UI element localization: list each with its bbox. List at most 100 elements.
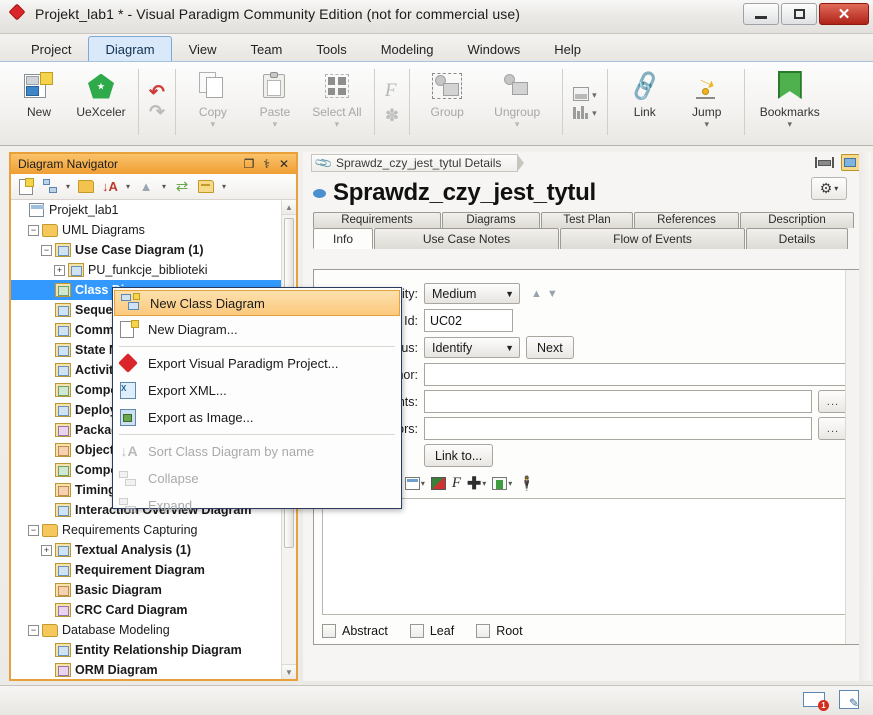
menu-tab-modeling[interactable]: Modeling [364, 36, 451, 61]
context-menu-item-export-visual-paradigm-project[interactable]: Export Visual Paradigm Project... [113, 350, 401, 377]
tab-info[interactable]: Info [313, 228, 373, 249]
chevron-down-icon[interactable]: ▾ [273, 120, 278, 129]
tab-details[interactable]: Details [746, 228, 848, 249]
expand-toggle-icon[interactable]: + [54, 264, 65, 276]
open-folder-button[interactable] [75, 177, 97, 197]
envelope-icon[interactable]: 1 [803, 692, 829, 711]
tree-item-requirements-capturing[interactable]: − Requirements Capturing [11, 520, 296, 540]
chevron-down-icon[interactable]: ▾ [787, 120, 792, 129]
ribbon-bookmarks-button[interactable]: Bookmarks ▾ [751, 65, 829, 141]
ribbon-ungroup-button[interactable]: Ungroup ▾ [478, 65, 556, 141]
chevron-down-icon[interactable]: ▾ [421, 479, 425, 488]
align-button[interactable]: ▾ [573, 105, 597, 119]
note-edit-icon[interactable] [839, 690, 859, 710]
menu-tab-windows[interactable]: Windows [450, 36, 537, 61]
open-diagram-icon[interactable] [841, 154, 861, 171]
context-menu-item-new-diagram[interactable]: New Diagram... [113, 316, 401, 343]
tab-diagrams[interactable]: Diagrams [442, 212, 540, 228]
highlight-button[interactable]: F [450, 475, 463, 491]
menu-tab-help[interactable]: Help [537, 36, 598, 61]
context-menu-item-export-as-image[interactable]: Export as Image... [113, 404, 401, 431]
details-vertical-scrollbar[interactable] [845, 270, 859, 644]
tree-item-requirement-diagram[interactable]: Requirement Diagram [11, 560, 296, 580]
tab-references[interactable]: References [634, 212, 739, 228]
minimize-button[interactable] [743, 3, 779, 25]
redo-button[interactable]: ↷ [149, 103, 165, 122]
tab-test-plan[interactable]: Test Plan [541, 212, 633, 228]
chevron-down-icon[interactable]: ▾ [335, 120, 340, 129]
brush-button[interactable]: ✽ [385, 106, 399, 126]
actors-input[interactable] [424, 417, 812, 440]
id-input[interactable]: UC02 [424, 309, 513, 332]
insert-table-button[interactable]: ▾ [403, 476, 427, 490]
checkbox-leaf[interactable]: Leaf [409, 624, 454, 638]
menu-tab-team[interactable]: Team [234, 36, 300, 61]
tree-item-uml-diagrams[interactable]: − UML Diagrams [11, 220, 296, 240]
expand-toggle-icon[interactable]: + [41, 544, 52, 556]
spinner-up-icon[interactable]: ▲ [531, 288, 542, 299]
context-menu-item-new-class-diagram[interactable]: New Class Diagram [114, 290, 400, 316]
link-to-button[interactable]: Link to... [424, 444, 494, 467]
fit-view-icon[interactable] [815, 155, 834, 170]
tab-requirements[interactable]: Requirements [313, 212, 441, 228]
pin-panel-icon[interactable]: ⚕ [263, 158, 270, 170]
collapse-toggle-icon[interactable]: − [28, 224, 39, 236]
chevron-down-icon[interactable]: ▾ [508, 479, 512, 488]
menu-tab-diagram[interactable]: Diagram [88, 36, 172, 61]
checkbox-root[interactable]: Root [476, 624, 523, 638]
ribbon-select-all-button[interactable]: Select All ▾ [306, 65, 368, 141]
checkbox-box[interactable] [409, 624, 424, 638]
menu-tab-view[interactable]: View [172, 36, 234, 61]
tab-description[interactable]: Description [740, 212, 854, 228]
window-vertical-scrollbar[interactable] [859, 152, 871, 681]
collapse-toggle-icon[interactable]: − [28, 524, 39, 536]
color-palette-button[interactable] [429, 476, 448, 490]
restore-panel-icon[interactable]: ❐ [244, 158, 255, 170]
requirements-input[interactable] [424, 390, 812, 413]
undo-button[interactable]: ↶ [149, 83, 165, 102]
spinner-down-icon[interactable]: ▼ [547, 288, 558, 299]
tree-item-crc-card-diagram[interactable]: CRC Card Diagram [11, 600, 296, 620]
tab-use-case-notes[interactable]: Use Case Notes [374, 228, 559, 249]
chevron-down-icon[interactable]: ▾ [515, 120, 520, 129]
ribbon-paste-button[interactable]: Paste ▾ [244, 65, 306, 141]
insert-plus-button[interactable]: ✚ ▾ [465, 475, 488, 492]
insert-document-button[interactable]: ▾ [490, 476, 514, 490]
chevron-down-icon[interactable]: ▾ [704, 120, 709, 129]
ribbon-jump-button[interactable]: ➝ Jump ▾ [676, 65, 738, 141]
chevron-down-icon[interactable]: ▾ [219, 182, 229, 191]
tab-flow-of-events[interactable]: Flow of Events [560, 228, 745, 249]
sort-az-button[interactable]: ↓A [99, 177, 121, 197]
new-diagram-tree-button[interactable] [39, 177, 61, 197]
chevron-down-icon[interactable]: ▾ [211, 120, 216, 129]
move-up-button[interactable]: ▲ [135, 177, 157, 197]
tree-item-projekt-lab1[interactable]: Projekt_lab1 [11, 200, 296, 220]
tree-item-use-case-diagram-1[interactable]: − Use Case Diagram (1) [11, 240, 296, 260]
chevron-down-icon[interactable]: ▾ [592, 90, 597, 99]
maximize-button[interactable] [781, 3, 817, 25]
element-options-button[interactable]: ⚙ ▾ [811, 177, 847, 200]
tree-item-pu-funkcje-biblioteki[interactable]: + PU_funkcje_biblioteki [11, 260, 296, 280]
collapse-toggle-icon[interactable]: − [28, 624, 39, 636]
ribbon-copy-button[interactable]: Copy ▾ [182, 65, 244, 141]
chevron-down-icon[interactable]: ▾ [159, 182, 169, 191]
complexity-select[interactable]: Medium ▼ [424, 283, 520, 304]
breadcrumb[interactable]: 📎 Sprawdz_czy_jest_tytul Details [311, 153, 525, 173]
requirements-browse-button[interactable]: ... [818, 390, 848, 413]
checkbox-abstract[interactable]: Abstract [322, 624, 388, 638]
folder-view-button[interactable] [195, 177, 217, 197]
author-input[interactable] [424, 363, 848, 386]
layout-button[interactable]: ▾ [573, 87, 597, 101]
ribbon-uexceler-button[interactable]: ★ UeXceler [70, 65, 132, 141]
close-panel-icon[interactable]: ✕ [279, 158, 289, 170]
checkbox-box[interactable] [322, 624, 336, 638]
close-button[interactable]: ✕ [819, 3, 869, 25]
chevron-down-icon[interactable]: ▾ [592, 108, 597, 117]
new-document-button[interactable] [15, 177, 37, 197]
format-painter-f-button[interactable]: F [385, 80, 399, 102]
tree-item-entity-relationship-diagram[interactable]: Entity Relationship Diagram [11, 640, 296, 660]
menu-tab-project[interactable]: Project [14, 36, 88, 61]
context-menu-item-export-xml[interactable]: X Export XML... [113, 377, 401, 404]
status-select[interactable]: Identify ▼ [424, 337, 520, 358]
menu-tab-tools[interactable]: Tools [299, 36, 363, 61]
